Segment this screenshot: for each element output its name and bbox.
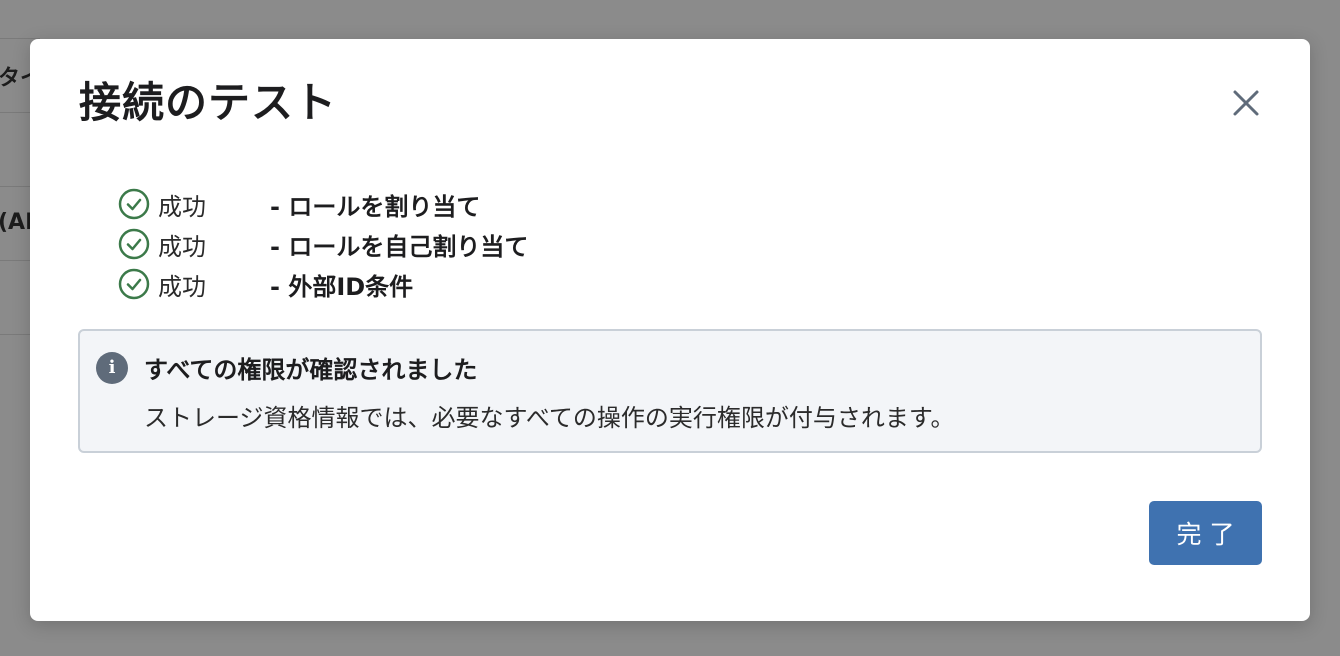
info-title: すべての権限が確認されました — [144, 356, 478, 384]
info-icon: i — [96, 352, 128, 384]
test-connection-dialog: 接続のテスト 成功 - ロールを割り当て 成功 - ロールを自己割り当て 成功 … — [30, 39, 1310, 621]
check-name: - ロールを自己割り当て — [270, 232, 529, 261]
test-results-list: 成功 - ロールを割り当て 成功 - ロールを自己割り当て 成功 - 外部ID条… — [118, 184, 528, 304]
check-name: - 外部ID条件 — [270, 272, 414, 301]
check-circle-icon — [118, 228, 150, 260]
test-result-row: 成功 - 外部ID条件 — [118, 264, 528, 304]
check-circle-icon — [118, 188, 150, 220]
close-icon — [1233, 90, 1259, 116]
info-description: ストレージ資格情報では、必要なすべての操作の実行権限が付与されます。 — [144, 404, 955, 432]
done-button[interactable]: 完了 — [1149, 501, 1262, 565]
check-circle-icon — [118, 268, 150, 300]
check-name: - ロールを割り当て — [270, 192, 481, 221]
status-label: 成功 — [158, 272, 206, 301]
test-result-row: 成功 - ロールを自己割り当て — [118, 224, 528, 264]
status-label: 成功 — [158, 192, 206, 221]
close-button[interactable] — [1228, 85, 1264, 121]
status-label: 成功 — [158, 232, 206, 261]
info-alert: i すべての権限が確認されました ストレージ資格情報では、必要なすべての操作の実… — [78, 329, 1262, 453]
background-text: (AI — [0, 210, 34, 235]
test-result-row: 成功 - ロールを割り当て — [118, 184, 528, 224]
dialog-title: 接続のテスト — [79, 78, 338, 127]
